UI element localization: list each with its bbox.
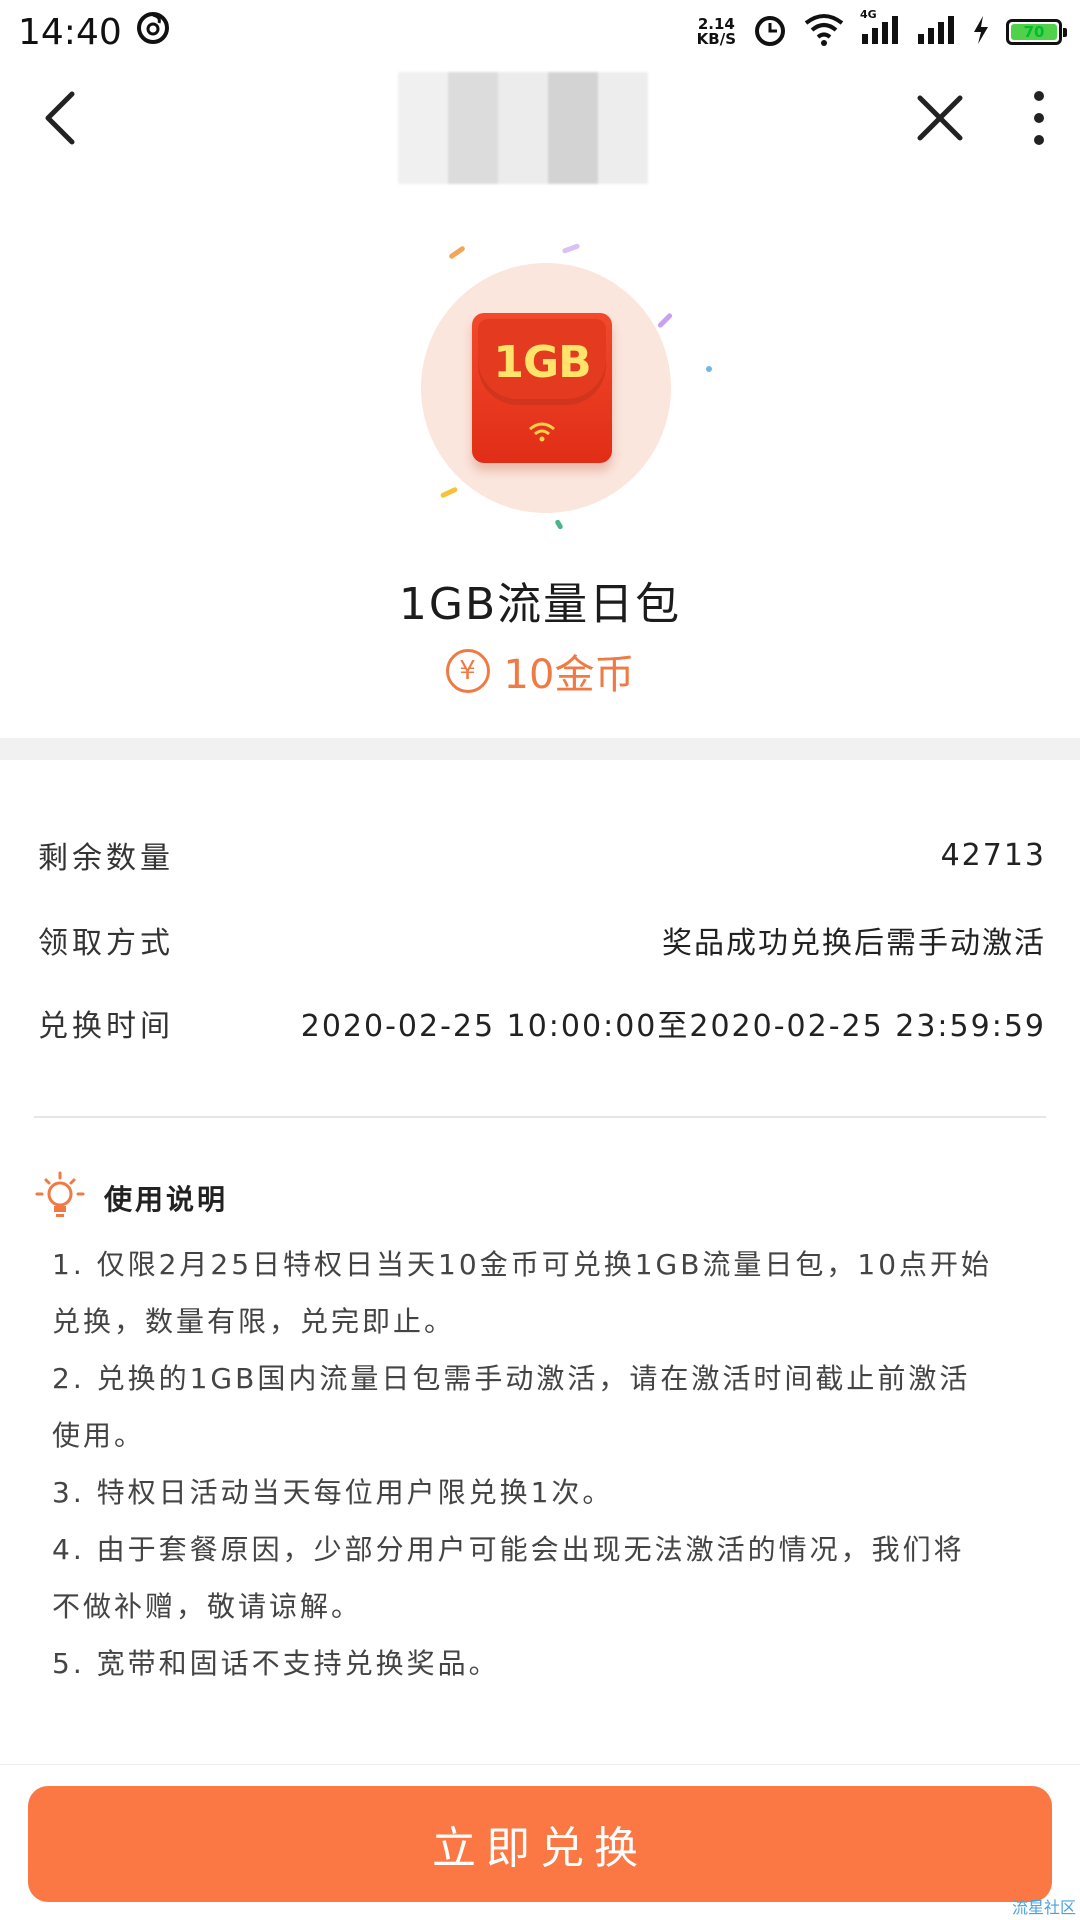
red-envelope-icon: 1GB: [472, 313, 612, 463]
watermark: 流星社区: [1011, 1898, 1076, 1917]
confetti-decoration: [554, 518, 564, 531]
usage-header: 使用说明: [34, 1170, 228, 1226]
usage-line: 4. 由于套餐原因，少部分用户可能会出现无法激活的情况，我们将: [52, 1533, 965, 1566]
charging-icon: [972, 15, 990, 49]
detail-value: 2020-02-25 10:00:00至2020-02-25 23:59:59: [300, 1009, 1046, 1044]
usage-line: 1. 仅限2月25日特权日当天10金币可兑换1GB流量日包，10点开始: [52, 1248, 993, 1281]
net-speed-unit: KB/S: [696, 30, 736, 48]
confetti-decoration: [656, 312, 674, 329]
price-text: 10金币: [503, 652, 635, 698]
detail-value: 奖品成功兑换后需手动激活: [662, 926, 1046, 961]
usage-list: 1. 仅限2月25日特权日当天10金币可兑换1GB流量日包，10点开始 兑换，数…: [52, 1236, 1032, 1692]
net-speed: 2.14 KB/S: [697, 17, 736, 47]
network-type-label: 4G: [860, 8, 877, 21]
detail-row-claim-method: 领取方式 奖品成功兑换后需手动激活: [38, 915, 1046, 965]
usage-line: 使用。: [52, 1419, 146, 1452]
confetti-decoration: [706, 366, 712, 372]
signal-icon: [916, 14, 956, 50]
usage-line: 5. 宽带和固话不支持兑换奖品。: [52, 1647, 500, 1680]
status-bar: 14:40 2.14 KB/S 4G 70: [0, 0, 1080, 64]
detail-label: 剩余数量: [38, 841, 174, 876]
detail-value: 42713: [940, 837, 1046, 873]
close-icon[interactable]: [916, 94, 964, 146]
battery-level: 70: [1023, 23, 1045, 41]
bottom-divider: [0, 1764, 1080, 1765]
confetti-decoration: [561, 243, 581, 254]
product-image: 1GB: [0, 236, 1080, 546]
product-title: 1GB流量日包: [398, 579, 682, 630]
netease-music-icon: [136, 11, 170, 54]
detail-row-remaining: 剩余数量 42713: [38, 830, 1046, 880]
lightbulb-icon: [34, 1170, 86, 1226]
divider: [34, 1116, 1046, 1118]
envelope-badge-text: 1GB: [493, 337, 591, 388]
wifi-icon: [528, 421, 556, 447]
confetti-decoration: [439, 486, 459, 499]
detail-row-exchange-time: 兑换时间 2020-02-25 10:00:00至2020-02-25 23:5…: [38, 998, 1046, 1048]
redeem-now-button[interactable]: 立即兑换: [28, 1786, 1052, 1902]
detail-label: 兑换时间: [38, 1009, 174, 1044]
signal-4g-icon: 4G: [860, 8, 900, 50]
detail-label: 领取方式: [38, 926, 174, 961]
usage-line: 3. 特权日活动当天每位用户限兑换1次。: [52, 1476, 614, 1509]
wifi-icon: [804, 13, 844, 51]
more-menu-icon[interactable]: [1032, 88, 1046, 152]
product-price: ¥ 10金币: [0, 642, 1080, 700]
section-divider: [0, 738, 1080, 760]
nav-bar: [0, 64, 1080, 176]
alarm-icon: [752, 12, 788, 52]
battery-icon: 70: [1006, 19, 1067, 45]
usage-line: 2. 兑换的1GB国内流量日包需手动激活，请在激活时间截止前激活: [52, 1362, 971, 1395]
back-icon[interactable]: [40, 88, 80, 152]
usage-line: 兑换，数量有限，兑完即止。: [52, 1305, 456, 1338]
usage-line: 不做补赠，敬请谅解。: [52, 1590, 363, 1623]
usage-title: 使用说明: [104, 1183, 229, 1216]
status-time: 14:40: [18, 11, 122, 53]
coin-icon: ¥: [445, 649, 490, 693]
confetti-decoration: [448, 245, 466, 260]
